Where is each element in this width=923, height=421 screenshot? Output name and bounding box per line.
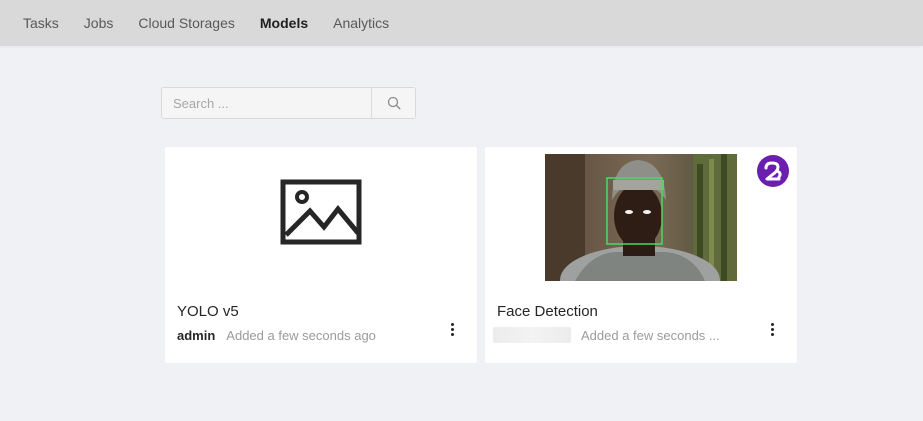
- image-placeholder-icon: [280, 179, 362, 245]
- nav-tasks[interactable]: Tasks: [23, 15, 59, 31]
- more-icon: [450, 322, 454, 326]
- more-icon: [770, 322, 774, 326]
- nav-models[interactable]: Models: [260, 15, 308, 31]
- model-owner: admin: [177, 327, 216, 343]
- search-input[interactable]: [162, 88, 371, 118]
- model-owner-blurred: [493, 327, 571, 343]
- top-navigation: Tasks Jobs Cloud Storages Models Analyti…: [0, 0, 923, 46]
- model-meta: admin Added a few seconds ago: [177, 327, 376, 343]
- model-name: Face Detection: [497, 303, 598, 320]
- provider-logo-icon: [757, 155, 789, 187]
- model-added-time: Added a few seconds ...: [581, 327, 720, 343]
- model-card-face-detection[interactable]: Face Detection Added a few seconds ...: [485, 147, 797, 363]
- model-added-time: Added a few seconds ago: [226, 327, 376, 343]
- model-card-yolo[interactable]: YOLO v5 admin Added a few seconds ago: [165, 147, 477, 363]
- nav-jobs[interactable]: Jobs: [84, 15, 114, 31]
- model-name: YOLO v5: [177, 303, 239, 320]
- model-meta: Added a few seconds ...: [493, 327, 720, 343]
- more-actions-button[interactable]: [765, 319, 779, 339]
- nav-analytics[interactable]: Analytics: [333, 15, 389, 31]
- model-preview-image: [545, 154, 737, 281]
- nav-cloud-storages[interactable]: Cloud Storages: [138, 15, 235, 31]
- search-button[interactable]: [371, 88, 415, 118]
- search-bar: [161, 87, 416, 119]
- search-icon: [387, 96, 401, 110]
- more-actions-button[interactable]: [445, 319, 459, 339]
